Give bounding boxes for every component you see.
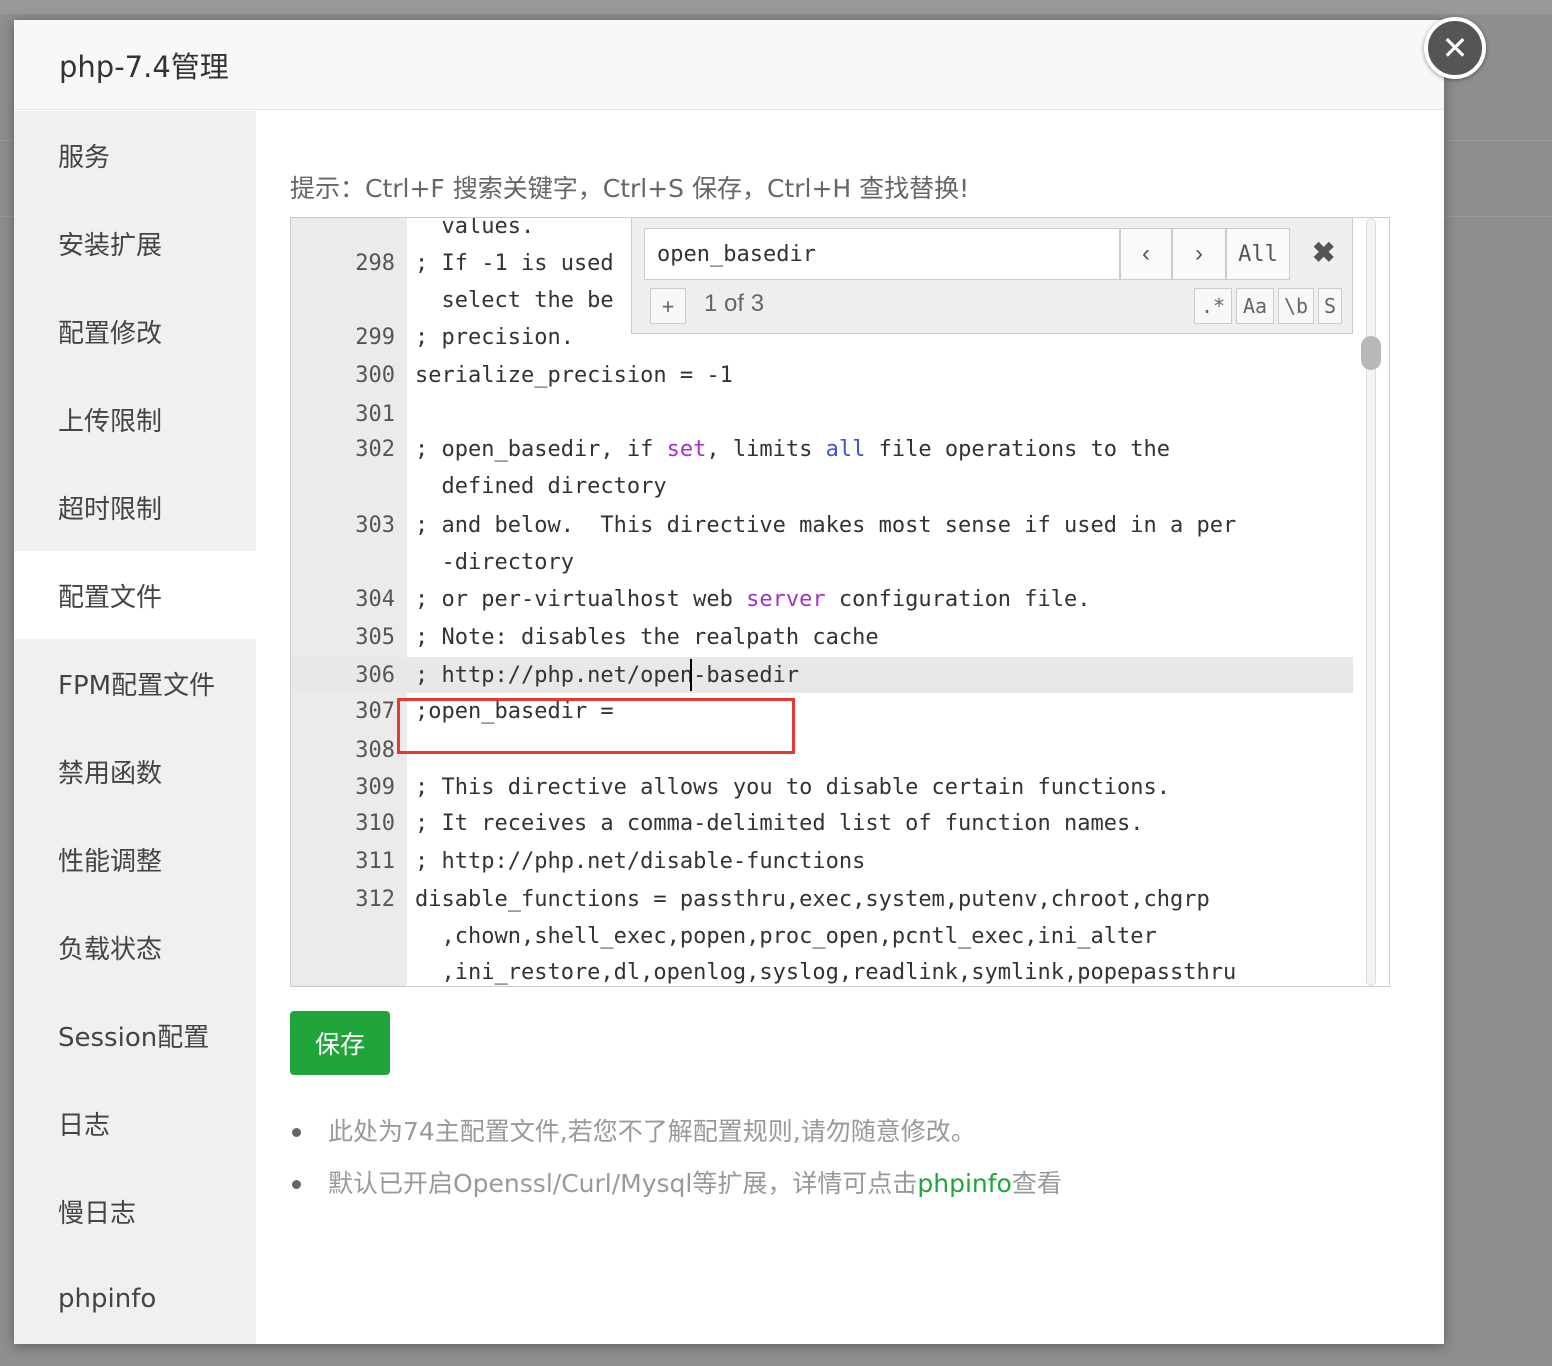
note-suffix: 查看: [1011, 1169, 1062, 1198]
code-line: ; open_basedir, if set, limits all file …: [415, 437, 1171, 462]
sidebar-item[interactable]: 配置修改: [14, 287, 256, 375]
sidebar-item[interactable]: 服务: [14, 111, 256, 199]
case-sensitive-toggle[interactable]: Aa: [1236, 288, 1274, 324]
line-number: 301: [355, 402, 395, 427]
code-keyword: all: [825, 437, 866, 462]
note-text: 此处为74主配置文件,若您不了解配置规则,请勿随意修改。: [328, 1117, 976, 1146]
code-line: defined directory: [415, 474, 667, 499]
sidebar-item[interactable]: 禁用函数: [14, 727, 256, 815]
code-line: disable_functions = passthru,exec,system…: [415, 887, 1210, 912]
toggle-replace-button[interactable]: +: [650, 288, 686, 324]
line-number: 310: [355, 811, 395, 836]
chevron-left-icon[interactable]: ‹: [1120, 228, 1172, 280]
code-line: ,chown,shell_exec,popen,proc_open,pcntl_…: [415, 924, 1157, 949]
sidebar-item[interactable]: 超时限制: [14, 463, 256, 551]
dialog-header: php-7.4管理: [14, 20, 1444, 110]
code-line: ; This directive allows you to disable c…: [415, 775, 1170, 800]
notes-list: 此处为74主配置文件,若您不了解配置规则,请勿随意修改。 默认已开启Openss…: [290, 1111, 1062, 1215]
sidebar-item[interactable]: 安装扩展: [14, 199, 256, 287]
background-topbar: [0, 0, 1552, 14]
search-result-count: 1 of 3: [704, 290, 765, 317]
annotation-highlight-box: [397, 698, 795, 754]
line-number: 309: [355, 775, 395, 800]
search-input[interactable]: open_basedir: [644, 228, 1120, 280]
regex-toggle[interactable]: .*: [1194, 288, 1232, 324]
line-number: 308: [355, 738, 395, 763]
code-line: -directory: [415, 550, 574, 575]
text-cursor: [690, 659, 692, 691]
in-selection-toggle[interactable]: S: [1318, 288, 1342, 324]
php-manager-dialog: php-7.4管理 ✕ 服务 安装扩展 配置修改 上传限制 超时限制 配置文件 FPM配置文…: [14, 17, 1486, 1344]
sidebar-item[interactable]: 性能调整: [14, 815, 256, 903]
code-line: ,ini_restore,dl,openlog,syslog,readlink,…: [415, 960, 1237, 985]
sidebar-item[interactable]: 日志: [14, 1079, 256, 1167]
sidebar-item[interactable]: 上传限制: [14, 375, 256, 463]
code-line: ; or per-virtualhost web server configur…: [415, 587, 1091, 612]
sidebar: 服务 安装扩展 配置修改 上传限制 超时限制 配置文件 FPM配置文件 禁用函数 性能调整 负载状…: [14, 111, 256, 1344]
code-keyword: set: [666, 437, 707, 462]
dialog-title: php-7.4管理: [59, 49, 229, 84]
code-line: ; It receives a comma-delimited list of …: [415, 811, 1144, 836]
code-keyword: server: [746, 587, 826, 612]
find-all-button[interactable]: All: [1226, 228, 1290, 280]
line-number: 312: [355, 887, 395, 912]
main-content: 提示：Ctrl+F 搜索关键字，Ctrl+S 保存，Ctrl+H 查找替换! v…: [290, 111, 1390, 1344]
code-line: ; http://php.net/open-basedir: [415, 663, 800, 688]
code-line: ; Note: disables the realpath cache: [415, 625, 879, 650]
code-line: ; If -1 is used: [415, 251, 614, 276]
line-number: 304: [355, 587, 395, 612]
note-text: 默认已开启Openssl/Curl/Mysql等扩展，详情可点击: [328, 1169, 918, 1198]
phpinfo-link[interactable]: phpinfo: [917, 1169, 1011, 1198]
line-number: 305: [355, 625, 395, 650]
code-line: ; and below. This directive makes most s…: [415, 513, 1237, 538]
close-icon[interactable]: ✕: [1424, 17, 1486, 79]
save-button[interactable]: 保存: [290, 1011, 390, 1075]
sidebar-item[interactable]: 配置文件: [14, 551, 256, 639]
scrollbar-track: [1366, 218, 1376, 986]
sidebar-item[interactable]: 慢日志: [14, 1167, 256, 1255]
code-line: ; http://php.net/disable-functions: [415, 849, 866, 874]
close-search-icon[interactable]: ✖: [1312, 236, 1335, 269]
code-line: values.: [415, 217, 535, 239]
sidebar-item[interactable]: 负载状态: [14, 903, 256, 991]
line-number: 307: [355, 699, 395, 724]
chevron-right-icon[interactable]: ›: [1172, 228, 1226, 280]
code-line: select the be: [415, 288, 614, 313]
note-item: 默认已开启Openssl/Curl/Mysql等扩展，详情可点击phpinfo查…: [290, 1163, 1062, 1215]
code-line: serialize_precision = -1: [415, 363, 733, 388]
line-number: 298: [355, 251, 395, 276]
whole-word-toggle[interactable]: \b: [1278, 288, 1314, 324]
config-editor[interactable]: values. 298 ; If -1 is used select the be 2…: [290, 217, 1390, 987]
sidebar-item[interactable]: Session配置: [14, 991, 256, 1079]
line-number: 302: [355, 437, 395, 462]
sidebar-item[interactable]: FPM配置文件: [14, 639, 256, 727]
code-line: ; precision.: [415, 325, 574, 350]
line-number: 299: [355, 325, 395, 350]
search-panel: open_basedir ‹ › All ✖ + 1 of 3 .* Aa \b…: [631, 218, 1353, 334]
line-number: 300: [355, 363, 395, 388]
line-number: 311: [355, 849, 395, 874]
note-item: 此处为74主配置文件,若您不了解配置规则,请勿随意修改。: [290, 1111, 1062, 1163]
shortcut-tip: 提示：Ctrl+F 搜索关键字，Ctrl+S 保存，Ctrl+H 查找替换!: [290, 174, 970, 203]
sidebar-item[interactable]: phpinfo: [14, 1255, 256, 1343]
line-number: 306: [355, 663, 395, 688]
scrollbar-thumb[interactable]: [1361, 336, 1381, 370]
line-number: 303: [355, 513, 395, 538]
editor-scrollbar[interactable]: [1361, 218, 1381, 986]
